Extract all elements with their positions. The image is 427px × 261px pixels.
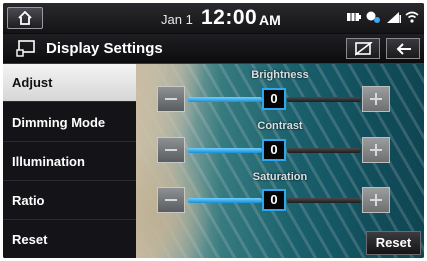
sidebar-item-dimming-mode[interactable]: Dimming Mode xyxy=(3,104,136,142)
display-icon xyxy=(16,40,35,57)
title-bar: Display Settings xyxy=(3,34,424,64)
sidebar-item-label: Reset xyxy=(12,232,48,247)
saturation-label: Saturation xyxy=(252,171,308,183)
brightness-value[interactable]: 0 xyxy=(262,88,286,110)
contrast-plus-button[interactable] xyxy=(362,137,390,163)
page-title: Display Settings xyxy=(46,40,163,57)
plus-icon xyxy=(370,194,382,206)
contrast-label: Contrast xyxy=(257,120,303,132)
settings-sidebar: Adjust Dimming Mode Illumination Ratio R… xyxy=(3,64,136,258)
plus-icon xyxy=(370,144,382,156)
contrast-value[interactable]: 0 xyxy=(262,139,286,161)
sidebar-item-label: Illumination xyxy=(12,154,85,169)
brightness-label: Brightness xyxy=(251,69,309,81)
sidebar-item-ratio[interactable]: Ratio xyxy=(3,182,136,220)
battery-icon xyxy=(347,13,361,21)
status-bar: Jan 1 12:00 AM xyxy=(3,3,424,33)
back-arrow-icon xyxy=(396,43,411,55)
saturation-plus-button[interactable] xyxy=(362,187,390,213)
sidebar-item-illumination[interactable]: Illumination xyxy=(3,143,136,181)
status-time: 12:00 xyxy=(201,6,258,29)
home-button[interactable] xyxy=(7,7,43,29)
status-ampm: AM xyxy=(259,12,281,28)
status-date: Jan 1 xyxy=(161,12,193,27)
sidebar-item-label: Ratio xyxy=(12,193,45,208)
sidebar-item-label: Dimming Mode xyxy=(12,115,106,130)
saturation-track-filled[interactable] xyxy=(188,198,262,203)
home-icon xyxy=(18,11,32,25)
screen-off-button[interactable] xyxy=(346,38,380,59)
adjust-panel: Brightness 0 Contrast 0 Saturation 0 Res… xyxy=(136,64,424,258)
sidebar-item-label: Adjust xyxy=(12,75,53,90)
brightness-minus-button[interactable] xyxy=(157,86,185,112)
back-button[interactable] xyxy=(386,38,420,59)
minus-icon xyxy=(165,199,177,201)
minus-icon xyxy=(165,98,177,100)
saturation-value[interactable]: 0 xyxy=(262,189,286,211)
saturation-track-empty[interactable] xyxy=(287,198,361,203)
reset-button[interactable]: Reset xyxy=(366,231,421,255)
bluetooth-gps-icon xyxy=(366,11,380,23)
signal-icon xyxy=(387,12,401,23)
head-unit-screen: Jan 1 12:00 AM Display Settings Adjust D… xyxy=(3,3,424,258)
brightness-track-filled[interactable] xyxy=(188,97,262,102)
plus-icon xyxy=(370,93,382,105)
contrast-track-filled[interactable] xyxy=(188,148,262,153)
brightness-plus-button[interactable] xyxy=(362,86,390,112)
sidebar-item-reset[interactable]: Reset xyxy=(3,221,136,258)
screen-off-icon xyxy=(355,42,373,56)
brightness-track-empty[interactable] xyxy=(287,97,361,102)
wifi-icon xyxy=(405,11,419,23)
sidebar-item-adjust[interactable]: Adjust xyxy=(3,64,136,102)
minus-icon xyxy=(165,149,177,151)
contrast-minus-button[interactable] xyxy=(157,137,185,163)
saturation-minus-button[interactable] xyxy=(157,187,185,213)
contrast-track-empty[interactable] xyxy=(287,148,361,153)
